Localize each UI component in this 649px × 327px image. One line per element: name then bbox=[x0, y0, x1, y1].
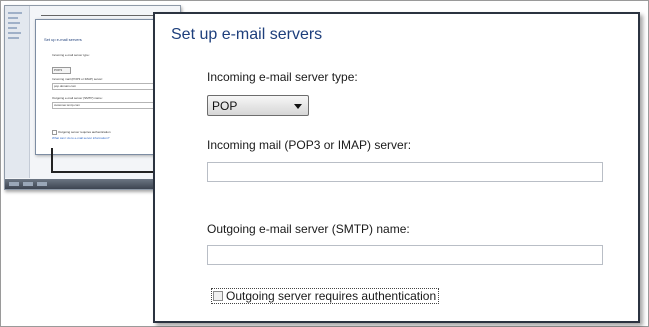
thumbnail-dialog: Set up e-mail servers Incoming e-mail se… bbox=[35, 19, 162, 155]
chevron-down-icon bbox=[294, 104, 302, 109]
thumbnail-incoming-type-label: Incoming e-mail server type: bbox=[52, 53, 90, 57]
thumbnail-sidebar bbox=[5, 6, 30, 178]
incoming-server-type-value: POP bbox=[212, 99, 238, 113]
thumbnail-outgoing-server-label: Outgoing e-mail server (SMTP) name: bbox=[52, 96, 103, 100]
auth-checkbox[interactable] bbox=[213, 291, 223, 301]
incoming-server-type-label: Incoming e-mail server type: bbox=[207, 70, 358, 84]
thumbnail-incoming-server-input: pop.domain.com bbox=[52, 83, 154, 90]
outgoing-server-input[interactable] bbox=[207, 245, 603, 265]
incoming-server-input[interactable] bbox=[207, 162, 603, 182]
thumbnail-outgoing-server-input: customer.smtp.com bbox=[52, 102, 154, 109]
thumbnail-server-type-select: POP3 bbox=[52, 67, 71, 74]
thumbnail-incoming-server-label: Incoming mail (POP3 or IMAP) server: bbox=[52, 77, 104, 81]
zoom-connector-line bbox=[51, 148, 53, 173]
page-title: Set up e-mail servers bbox=[171, 26, 323, 43]
auth-checkbox-row[interactable]: Outgoing server requires authentication bbox=[211, 288, 440, 304]
auth-checkbox-label[interactable]: Outgoing server requires authentication bbox=[226, 289, 436, 303]
incoming-server-type-select[interactable]: POP bbox=[207, 95, 309, 116]
outgoing-server-label: Outgoing e-mail server (SMTP) name: bbox=[207, 222, 410, 236]
email-server-setup-panel: Set up e-mail servers Incoming e-mail se… bbox=[153, 12, 640, 323]
zoom-connector-line bbox=[41, 15, 156, 16]
zoom-connector-line bbox=[51, 171, 155, 173]
thumbnail-auth-label: Outgoing server requires authentication bbox=[58, 130, 111, 134]
thumbnail-auth-checkbox bbox=[52, 130, 57, 135]
incoming-server-label: Incoming mail (POP3 or IMAP) server: bbox=[207, 138, 412, 152]
thumbnail-title: Set up e-mail servers bbox=[44, 37, 82, 42]
thumbnail-help-link: What can I do to e-mail server informati… bbox=[52, 136, 110, 140]
